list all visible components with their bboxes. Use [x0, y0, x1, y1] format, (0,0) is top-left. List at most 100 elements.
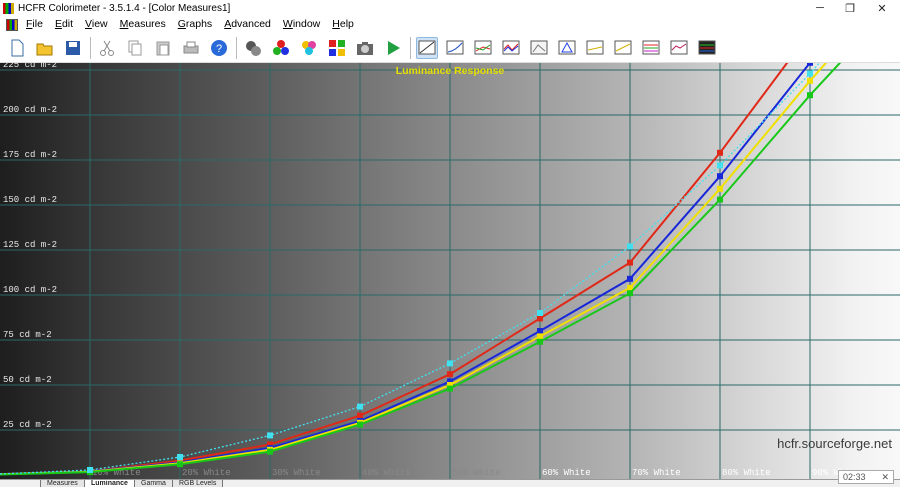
- tab-luminance[interactable]: Luminance: [84, 480, 135, 487]
- graph-saturation-button[interactable]: [612, 37, 634, 59]
- graph-delta-button[interactable]: [696, 37, 718, 59]
- palette-icon: [329, 39, 345, 56]
- paste-button[interactable]: [152, 37, 174, 59]
- x-tick-label: 60% White: [542, 468, 591, 478]
- data-point: [717, 173, 723, 180]
- data-point: [717, 162, 723, 169]
- window-title: HCFR Colorimeter - 3.5.1.4 - [Color Meas…: [18, 2, 231, 14]
- y-tick-label: 50 cd m-2: [3, 375, 52, 385]
- open-button[interactable]: [34, 37, 56, 59]
- clock-widget: 02:33 ✕: [838, 470, 894, 484]
- graph-colortemp-button[interactable]: [584, 37, 606, 59]
- x-tick-label: 40% White: [362, 468, 411, 478]
- graph-luminance-button[interactable]: [416, 36, 438, 59]
- cut-button[interactable]: [96, 37, 118, 59]
- menu-window[interactable]: Window: [277, 16, 326, 33]
- svg-text:?: ?: [216, 43, 222, 55]
- data-point: [717, 185, 723, 192]
- toolbar-separator: [410, 36, 411, 59]
- tab-gamma[interactable]: Gamma: [134, 480, 173, 487]
- data-point: [717, 149, 723, 156]
- menu-help[interactable]: Help: [326, 16, 360, 33]
- graph-saturation-icon: [614, 40, 632, 54]
- data-point: [177, 461, 183, 468]
- run-button[interactable]: [382, 37, 404, 59]
- y-tick-label: 25 cd m-2: [3, 420, 52, 430]
- data-point: [447, 385, 453, 392]
- paste-icon: [156, 41, 170, 55]
- graph-luminance-icon: [418, 40, 436, 54]
- graph-gamma-icon: [446, 40, 464, 54]
- print-button[interactable]: [180, 37, 202, 59]
- graph-levels-button[interactable]: [500, 37, 522, 59]
- data-point: [537, 310, 543, 316]
- y-tick-label: 175 cd m-2: [3, 150, 57, 160]
- clock-time: 02:33: [843, 472, 866, 482]
- copy-button[interactable]: [124, 37, 146, 59]
- play-icon: [388, 40, 400, 55]
- toolbar-separator: [236, 36, 237, 59]
- restore-button[interactable]: ❐: [835, 0, 865, 16]
- rgb-button[interactable]: [298, 37, 320, 59]
- data-point: [357, 403, 363, 410]
- graph-mixed-button[interactable]: [640, 37, 662, 59]
- menu-measures[interactable]: Measures: [114, 16, 172, 33]
- tab-measures[interactable]: Measures: [40, 480, 85, 487]
- toolbar: ?: [0, 33, 900, 63]
- graph-gamma-button[interactable]: [444, 37, 466, 59]
- data-point: [177, 454, 183, 460]
- close-button[interactable]: ✕: [867, 0, 897, 16]
- title-bar: HCFR Colorimeter - 3.5.1.4 - [Color Meas…: [0, 0, 900, 16]
- graph-mixed-icon: [642, 40, 660, 54]
- data-point: [87, 466, 93, 473]
- new-button[interactable]: [6, 37, 28, 59]
- data-point: [267, 432, 273, 439]
- x-tick-label: 30% White: [272, 468, 321, 478]
- open-icon: [36, 43, 53, 55]
- graph-levels-icon: [502, 40, 520, 54]
- data-point: [627, 243, 633, 250]
- data-point: [537, 315, 543, 322]
- menu-advanced[interactable]: Advanced: [218, 16, 277, 33]
- graph-triangle-button[interactable]: [556, 37, 578, 59]
- clock-close-icon[interactable]: ✕: [881, 472, 889, 483]
- y-tick-label: 75 cd m-2: [3, 330, 52, 340]
- graph-spectrum-icon: [670, 40, 688, 54]
- data-point: [807, 92, 813, 99]
- camera-button[interactable]: [354, 37, 376, 59]
- tab-rgb-levels[interactable]: RGB Levels: [172, 480, 224, 487]
- rgb-icon: [302, 40, 316, 55]
- colors-icon: [273, 39, 289, 55]
- x-tick-label: 70% White: [632, 468, 681, 478]
- menu-view[interactable]: View: [79, 16, 114, 33]
- minimize-button[interactable]: ─: [805, 0, 835, 16]
- y-tick-label: 150 cd m-2: [3, 195, 57, 205]
- new-icon: [11, 39, 24, 56]
- y-tick-label: 125 cd m-2: [3, 240, 57, 250]
- graph-cie-button[interactable]: [528, 37, 550, 59]
- data-point: [357, 412, 363, 419]
- help-button[interactable]: ?: [208, 37, 230, 59]
- graph-spectrum-button[interactable]: [668, 37, 690, 59]
- graph-triangle-icon: [558, 40, 576, 54]
- palette-button[interactable]: [326, 37, 348, 59]
- luminance-chart[interactable]: 25 cd m-2 50 cd m-2 75 cd m-2 100 cd m-2 125…: [0, 63, 900, 479]
- graph-rgb-button[interactable]: [472, 37, 494, 59]
- save-icon: [66, 40, 80, 55]
- colors-button[interactable]: [270, 37, 292, 59]
- data-point: [357, 421, 363, 428]
- data-point: [447, 360, 453, 367]
- data-point: [627, 290, 633, 297]
- sensor-button[interactable]: [242, 37, 264, 59]
- save-button[interactable]: [62, 37, 84, 59]
- graph-cie-icon: [530, 40, 548, 54]
- menu-edit[interactable]: Edit: [49, 16, 79, 33]
- data-point: [537, 328, 543, 334]
- data-point: [807, 77, 813, 84]
- document-icon[interactable]: [6, 18, 18, 31]
- data-point: [627, 275, 633, 282]
- menu-graphs[interactable]: Graphs: [172, 16, 218, 33]
- toolbar-separator: [90, 36, 91, 59]
- menu-file[interactable]: File: [20, 16, 49, 33]
- cut-icon: [100, 40, 114, 56]
